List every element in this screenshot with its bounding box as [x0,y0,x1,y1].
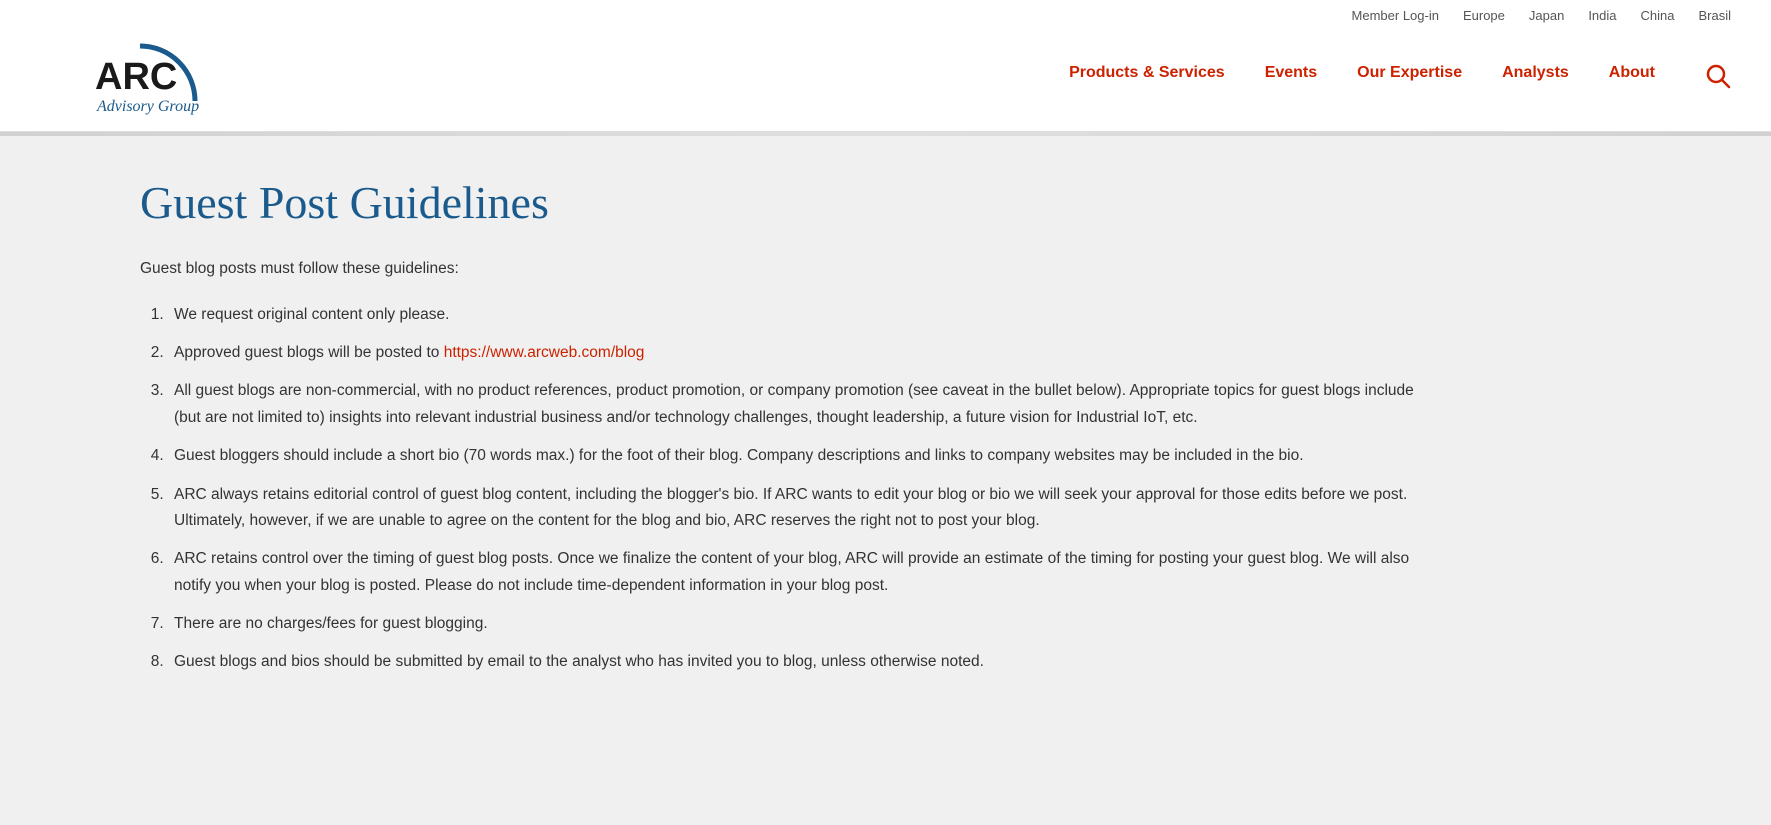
china-link[interactable]: China [1641,8,1675,23]
svg-text:Advisory Group: Advisory Group [96,98,199,115]
guidelines-list: We request original content only please.… [140,302,1420,676]
list-item: All guest blogs are non-commercial, with… [168,378,1420,431]
top-bar: Member Log-in Europe Japan India China B… [40,0,1731,27]
header-separator [0,132,1771,136]
brasil-link[interactable]: Brasil [1698,8,1731,23]
list-item: Guest blogs and bios should be submitted… [168,649,1420,675]
india-link[interactable]: India [1588,8,1616,23]
arcweb-blog-link[interactable]: https://www.arcweb.com/blog [444,344,645,361]
page-title: Guest Post Guidelines [140,176,1420,229]
list-item: There are no charges/fees for guest blog… [168,611,1420,637]
logo[interactable]: ARC Advisory Group [40,31,240,121]
list-item: ARC retains control over the timing of g… [168,546,1420,599]
guideline-4-text: Guest bloggers should include a short bi… [174,447,1304,464]
main-nav: Products & Services Events Our Expertise… [1069,63,1731,89]
search-button[interactable] [1705,63,1731,89]
nav-about[interactable]: About [1609,64,1655,88]
member-login-link[interactable]: Member Log-in [1352,8,1439,23]
guideline-1-text: We request original content only please. [174,306,449,323]
guideline-6-text: ARC retains control over the timing of g… [174,550,1409,593]
guideline-7-text: There are no charges/fees for guest blog… [174,615,488,632]
list-item: Approved guest blogs will be posted to h… [168,340,1420,366]
svg-text:ARC: ARC [95,56,177,98]
nav-row: ARC Advisory Group Products & Services E… [40,27,1731,131]
nav-analysts[interactable]: Analysts [1502,64,1569,88]
main-content: Guest Post Guidelines Guest blog posts m… [0,136,1500,748]
guideline-3-text: All guest blogs are non-commercial, with… [174,382,1414,425]
search-icon [1705,63,1731,89]
nav-events[interactable]: Events [1265,64,1317,88]
guideline-5-text: ARC always retains editorial control of … [174,486,1407,529]
europe-link[interactable]: Europe [1463,8,1505,23]
list-item: ARC always retains editorial control of … [168,482,1420,535]
guideline-2-text-before: Approved guest blogs will be posted to [174,344,444,361]
japan-link[interactable]: Japan [1529,8,1564,23]
guideline-8-text: Guest blogs and bios should be submitted… [174,653,984,670]
intro-text: Guest blog posts must follow these guide… [140,257,1420,282]
logo-svg: ARC Advisory Group [40,31,240,121]
nav-our-expertise[interactable]: Our Expertise [1357,64,1462,88]
list-item: We request original content only please. [168,302,1420,328]
list-item: Guest bloggers should include a short bi… [168,443,1420,469]
site-header: Member Log-in Europe Japan India China B… [0,0,1771,132]
nav-products-services[interactable]: Products & Services [1069,64,1225,88]
